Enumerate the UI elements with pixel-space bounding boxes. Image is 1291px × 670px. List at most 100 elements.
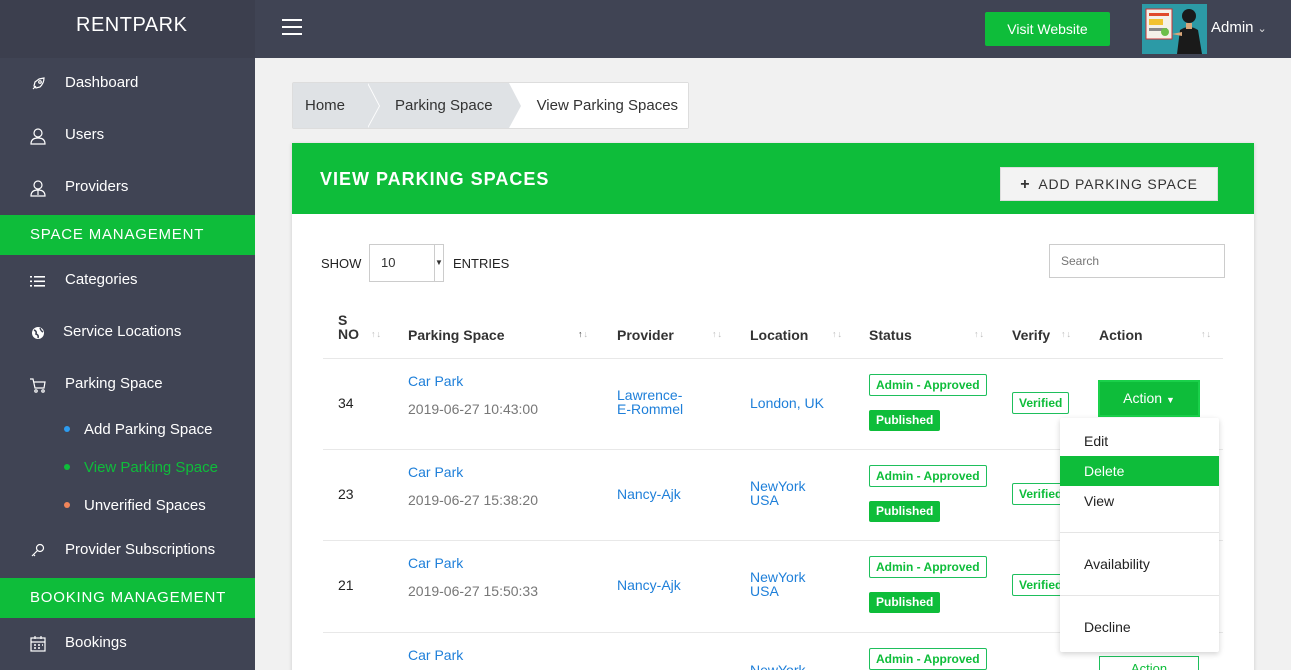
row-sno: 21: [338, 577, 354, 593]
sidebar-item-categories[interactable]: Categories: [0, 261, 255, 301]
sidebar-item-service-locations[interactable]: Service Locations: [0, 313, 255, 353]
column-header-provider[interactable]: Provider: [617, 327, 674, 343]
sidebar-item-label: Parking Space: [65, 375, 163, 392]
location-line1: NewYork: [750, 569, 806, 585]
sidebar-item-label: Provider Subscriptions: [65, 541, 216, 558]
published-badge: Published: [869, 592, 941, 613]
sort-icon[interactable]: ↑↓: [712, 329, 723, 339]
location-link[interactable]: London, UK: [750, 395, 824, 411]
sort-icon[interactable]: ↑↓: [1061, 329, 1072, 339]
admin-status-badge: Admin - Approved: [869, 465, 987, 487]
provider-link[interactable]: Nancy-Ajk: [617, 577, 681, 593]
menu-item-decline[interactable]: Decline: [1060, 612, 1219, 642]
admin-status-badge: Admin - Approved: [869, 556, 987, 578]
key-icon: [29, 542, 47, 560]
sidebar-item-providers[interactable]: Providers: [0, 168, 255, 208]
add-parking-space-button[interactable]: + ADD PARKING SPACE: [1000, 167, 1218, 201]
location-link[interactable]: NewYork USA: [750, 570, 806, 598]
entries-label: ENTRIES: [453, 256, 510, 271]
column-header-sno[interactable]: S NO: [338, 313, 359, 341]
caret-down-icon: ▼: [1165, 395, 1175, 405]
bullet-dot-icon: [64, 502, 70, 508]
user-icon: [29, 127, 47, 145]
breadcrumb-parking-space[interactable]: Parking Space: [367, 83, 522, 128]
chevron-down-icon: ⌄: [1257, 23, 1267, 35]
provider-link[interactable]: Lawrence- E-Rommel: [617, 388, 683, 416]
plus-icon: +: [1020, 176, 1031, 193]
bullet-dot-icon: [64, 426, 70, 432]
sidebar-item-parking-space[interactable]: Parking Space: [0, 365, 255, 405]
sidebar-subitem-view-parking-space[interactable]: View Parking Space: [0, 453, 255, 483]
breadcrumb-current: View Parking Spaces: [508, 83, 689, 128]
sidebar-item-label: Bookings: [65, 634, 127, 651]
avatar[interactable]: [1142, 4, 1207, 54]
sidebar-item-provider-subscriptions[interactable]: Provider Subscriptions: [0, 531, 255, 571]
provider-link[interactable]: Nancy-Ajk: [617, 486, 681, 502]
search-input[interactable]: [1049, 244, 1225, 278]
globe-icon: [29, 324, 47, 342]
caret-down-icon: ▼: [434, 245, 443, 281]
column-header-location[interactable]: Location: [750, 327, 808, 343]
sidebar-subitem-unverified-spaces[interactable]: Unverified Spaces: [0, 491, 255, 521]
space-name-link[interactable]: Car Park: [408, 464, 463, 480]
sidebar-item-label: Users: [65, 126, 105, 143]
location-link[interactable]: NewYork: [750, 662, 806, 670]
location-line2: USA: [750, 583, 779, 599]
top-bar: RENTPARK Visit Website Admin ⌄: [0, 0, 1291, 58]
user-tie-icon: [29, 179, 47, 197]
sno-header-line2: NO: [338, 326, 359, 342]
sidebar-subitem-add-parking-space[interactable]: Add Parking Space: [0, 415, 255, 445]
sno-header-line1: S: [338, 312, 348, 328]
visit-website-button[interactable]: Visit Website: [985, 12, 1110, 46]
action-label: Action: [1123, 390, 1163, 406]
panel-header: VIEW PARKING SPACES + ADD PARKING SPACE: [292, 143, 1254, 214]
space-name-link[interactable]: Car Park: [408, 647, 463, 663]
sidebar-item-label: Service Locations: [63, 323, 182, 340]
sidebar-item-users[interactable]: Users: [0, 116, 255, 156]
sidebar-item-bookings[interactable]: Bookings: [0, 624, 255, 664]
space-name-link[interactable]: Car Park: [408, 373, 463, 389]
sort-icon[interactable]: ↑↓: [371, 329, 382, 339]
menu-item-delete[interactable]: Delete: [1060, 456, 1219, 486]
sort-asc-icon[interactable]: ↑↓: [578, 329, 589, 339]
menu-item-edit[interactable]: Edit: [1060, 426, 1219, 456]
list-icon: [29, 272, 47, 290]
column-header-parking-space[interactable]: Parking Space: [408, 327, 505, 343]
column-header-verify[interactable]: Verify: [1012, 327, 1050, 343]
rocket-icon: [29, 75, 47, 93]
published-badge: Published: [869, 501, 941, 522]
sidebar: Dashboard Users Providers SPACE MANAGEME…: [0, 58, 255, 670]
breadcrumb: Home Parking Space View Parking Spaces: [292, 82, 690, 129]
calendar-icon: [29, 635, 47, 653]
sidebar-item-label: Categories: [65, 271, 138, 288]
space-date: 2019-06-27 15:38:20: [408, 492, 538, 508]
sidebar-item-label: Providers: [65, 178, 129, 195]
action-dropdown-button[interactable]: Action: [1099, 656, 1199, 670]
sort-icon[interactable]: ↑↓: [974, 329, 985, 339]
entries-value: 10: [381, 255, 396, 270]
sort-icon[interactable]: ↑↓: [832, 329, 843, 339]
brand-logo[interactable]: RENTPARK: [0, 0, 255, 58]
sort-icon[interactable]: ↑↓: [1201, 329, 1212, 339]
space-name-link[interactable]: Car Park: [408, 555, 463, 571]
breadcrumb-home[interactable]: Home: [293, 83, 381, 128]
menu-item-availability[interactable]: Availability: [1060, 549, 1219, 579]
row-sno: 34: [338, 395, 354, 411]
location-link[interactable]: NewYork USA: [750, 479, 806, 507]
column-header-action[interactable]: Action: [1099, 327, 1143, 343]
menu-item-view[interactable]: View: [1060, 486, 1219, 516]
sidebar-subitem-label: Add Parking Space: [84, 421, 213, 438]
cart-icon: [29, 376, 47, 394]
column-header-status[interactable]: Status: [869, 327, 912, 343]
entries-select[interactable]: 10 ▼: [369, 244, 444, 282]
action-dropdown-button[interactable]: Action ▼: [1098, 380, 1200, 417]
action-dropdown-menu: Edit Delete View Availability Decline: [1060, 418, 1219, 652]
menu-toggle-icon[interactable]: [282, 19, 302, 37]
admin-menu[interactable]: Admin ⌄: [1211, 19, 1267, 36]
space-date: 2019-06-27 10:43:00: [408, 401, 538, 417]
show-label: SHOW: [321, 256, 362, 271]
sidebar-item-label: Dashboard: [65, 74, 139, 91]
sidebar-item-dashboard[interactable]: Dashboard: [0, 64, 255, 104]
admin-status-badge: Admin - Approved: [869, 374, 987, 396]
provider-line2: E-Rommel: [617, 401, 684, 417]
